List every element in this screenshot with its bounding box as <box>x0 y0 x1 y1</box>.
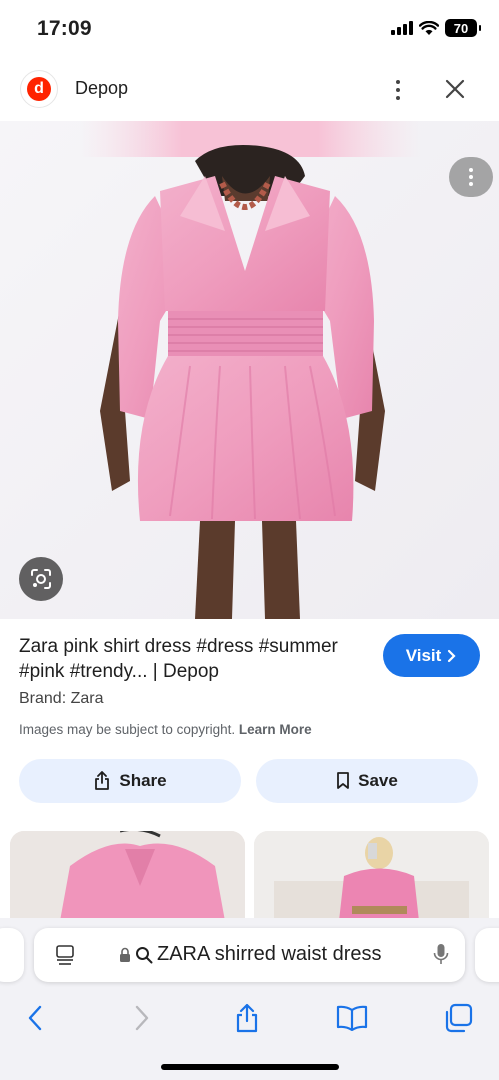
learn-more-link[interactable]: Learn More <box>239 722 312 737</box>
share-label: Share <box>119 771 167 790</box>
search-query: ZARA shirred waist dress <box>157 943 382 965</box>
share-sheet-icon[interactable] <box>227 998 267 1038</box>
visit-label: Visit <box>405 645 442 665</box>
save-button[interactable]: Save <box>256 759 478 803</box>
copyright-text: Images may be subject to copyright. <box>19 722 236 737</box>
signal-icon <box>391 21 413 35</box>
address-text[interactable]: ZARA shirred waist dress <box>119 943 382 966</box>
depop-logo: d <box>27 77 51 101</box>
image-more-icon[interactable] <box>449 157 493 197</box>
share-button[interactable]: Share <box>19 759 241 803</box>
status-icons: 70 <box>391 19 481 37</box>
site-name[interactable]: Depop <box>75 78 128 99</box>
visit-button[interactable]: Visit <box>383 634 480 677</box>
status-bar: 17:09 70 <box>0 0 499 60</box>
next-tab-peek[interactable] <box>475 928 499 982</box>
site-header: d Depop <box>0 60 499 120</box>
share-icon <box>95 771 110 790</box>
copyright-notice: Images may be subject to copyright. Lear… <box>19 722 312 737</box>
close-icon[interactable] <box>440 74 470 104</box>
back-icon[interactable] <box>15 998 55 1038</box>
more-vert-icon[interactable] <box>388 76 408 104</box>
chevron-right-icon <box>448 649 456 662</box>
product-image[interactable] <box>0 121 499 619</box>
lens-icon[interactable] <box>19 557 63 601</box>
battery-icon: 70 <box>445 19 481 37</box>
wifi-icon <box>419 20 439 35</box>
status-time: 17:09 <box>37 17 92 40</box>
brand-label: Brand: Zara <box>19 690 104 707</box>
address-bar[interactable]: ZARA shirred waist dress <box>34 928 465 982</box>
browser-toolbar: ZARA shirred waist dress <box>0 918 499 1080</box>
mic-icon[interactable] <box>433 943 449 967</box>
save-label: Save <box>358 771 398 790</box>
nav-row <box>0 998 499 1038</box>
tabs-icon[interactable] <box>438 998 478 1038</box>
forward-icon[interactable] <box>122 998 162 1038</box>
result-title[interactable]: Zara pink shirt dress #dress #summer #pi… <box>19 634 364 684</box>
bookmark-icon <box>337 772 350 789</box>
search-icon <box>136 946 153 963</box>
lock-icon <box>120 947 130 962</box>
site-logo[interactable]: d <box>20 70 58 108</box>
bookmarks-icon[interactable] <box>332 998 372 1038</box>
related-image-2[interactable] <box>254 831 489 921</box>
battery-level: 70 <box>453 20 469 36</box>
tab-menu-icon[interactable] <box>54 944 76 966</box>
related-image-1[interactable] <box>10 831 245 921</box>
previous-tab-peek[interactable] <box>0 928 24 982</box>
home-indicator <box>161 1064 339 1070</box>
